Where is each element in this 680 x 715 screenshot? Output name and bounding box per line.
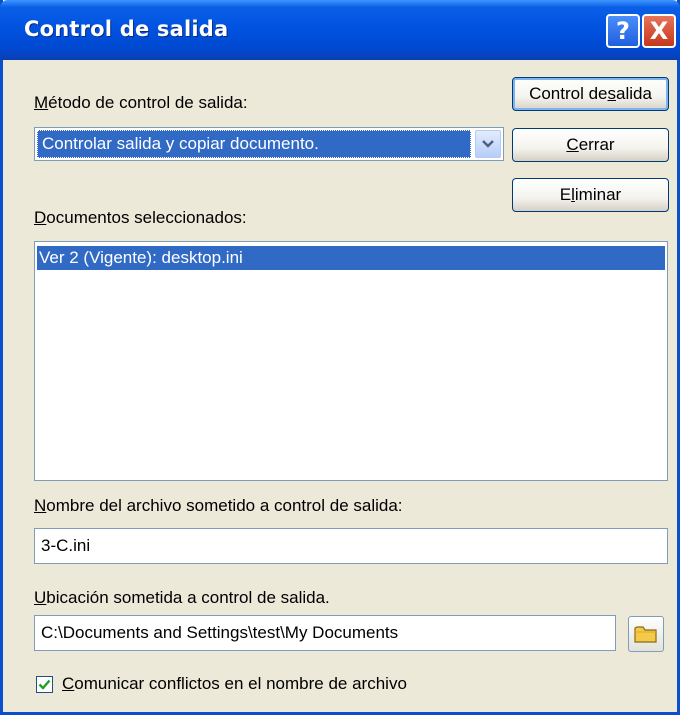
help-icon: ? — [616, 17, 630, 45]
list-item[interactable]: Ver 2 (Vigente): desktop.ini — [37, 246, 665, 270]
close-icon: X — [649, 17, 669, 45]
conflicts-checkbox[interactable] — [36, 676, 53, 693]
chevron-down-icon[interactable] — [475, 130, 501, 158]
method-label: Método de control de salida: — [34, 93, 248, 112]
method-select-value: Controlar salida y copiar documento. — [37, 130, 471, 158]
location-label: Ubicación sometida a control de salida. — [34, 588, 330, 607]
delete-button[interactable]: El iminar — [512, 178, 669, 212]
documents-list[interactable]: Ver 2 (Vigente): desktop.ini — [34, 241, 668, 481]
close-button[interactable]: Cerrar — [512, 128, 669, 162]
filename-label: Nombre del archivo sometido a control de… — [34, 496, 403, 515]
help-button[interactable]: ? — [606, 14, 640, 48]
close-window-button[interactable]: X — [642, 14, 676, 48]
window-title: Control de salida — [24, 17, 229, 41]
checkout-dialog: Control de salida ? X Método de control … — [0, 0, 680, 715]
documents-label: Documentos seleccionados: — [34, 208, 247, 227]
location-input[interactable]: C:\Documents and Settings\test\My Docume… — [34, 615, 616, 651]
check-icon — [38, 679, 51, 690]
browse-folder-button[interactable] — [628, 616, 664, 652]
conflicts-label[interactable]: Comunicar conflictos en el nombre de arc… — [62, 674, 407, 694]
title-bar[interactable]: Control de salida ? X — [0, 0, 680, 60]
folder-icon — [634, 626, 657, 643]
checkout-button[interactable]: Control de s alida — [512, 77, 669, 111]
method-select[interactable]: Controlar salida y copiar documento. — [34, 127, 504, 161]
filename-input[interactable]: 3-C.ini — [34, 528, 668, 564]
